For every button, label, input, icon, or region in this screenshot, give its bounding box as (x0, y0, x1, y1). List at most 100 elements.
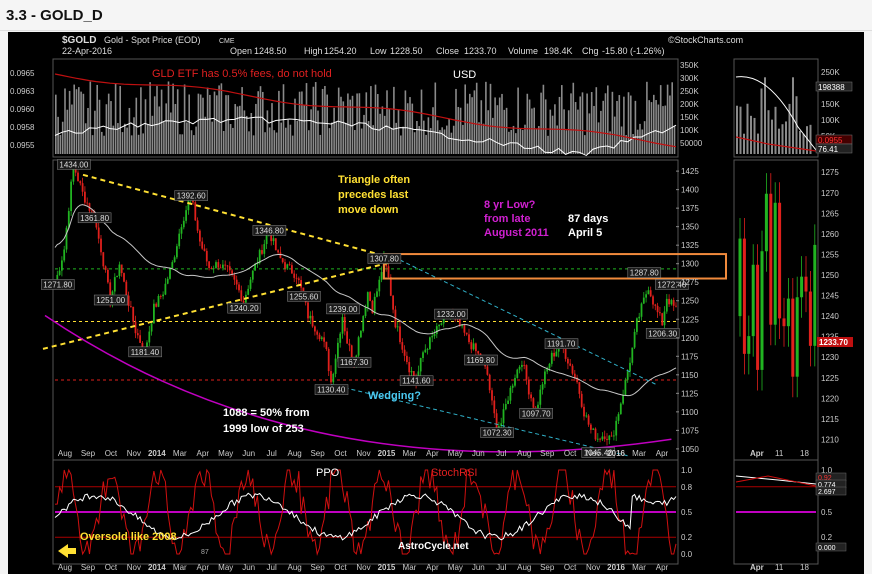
candle-body (429, 337, 431, 350)
side-candle-body (795, 297, 799, 377)
month-tick-label-lower: Aug (58, 563, 72, 572)
volume-bar (89, 81, 92, 154)
volume-bar (641, 129, 644, 154)
volume-bar (482, 123, 485, 154)
candle-body (373, 296, 376, 314)
quote-high-label: High (304, 46, 323, 56)
volume-bar (404, 90, 407, 154)
candle-body (410, 371, 413, 373)
month-tick-label: Mar (632, 449, 646, 458)
candle-body (162, 294, 164, 297)
price-annotation: 1130.40 (317, 386, 346, 395)
volume-bar (59, 134, 62, 154)
candle-body (309, 315, 312, 319)
price-annotation: 1361.80 (80, 214, 109, 223)
volume-bar (597, 122, 600, 154)
source-label: ©StockCharts.com (668, 35, 743, 45)
month-tick-label: Nov (586, 449, 600, 458)
volume-bar (630, 95, 632, 154)
candle-body (587, 415, 590, 425)
candle-body (61, 260, 63, 271)
price-tick-label: 1350 (681, 223, 699, 232)
candle-body (81, 183, 84, 192)
candle-body (132, 306, 135, 322)
candle-body (665, 298, 668, 312)
candle-body (212, 268, 215, 270)
candle-body (288, 264, 291, 266)
volume-bar (521, 130, 524, 154)
volume-bar (234, 104, 236, 154)
candle-body (399, 326, 401, 343)
candle-body (332, 373, 335, 383)
quote-chg-label: Chg (582, 46, 599, 56)
volume-bar (259, 86, 262, 154)
volume-bar (264, 132, 266, 154)
candle-body (343, 317, 346, 332)
volume-bar (186, 122, 188, 154)
volume-bar (471, 97, 473, 154)
volume-bar (245, 115, 248, 154)
month-tick-label-lower: Sep (81, 563, 96, 572)
volume-bar (126, 127, 128, 154)
volume-bar (349, 99, 351, 154)
volume-bar (280, 122, 282, 154)
fifty-percent-note: 1999 low of 253 (223, 423, 304, 435)
side-close-label: 1233.70 (819, 338, 848, 347)
volume-bar (75, 89, 78, 154)
candle-body (592, 428, 595, 430)
price-tick-label: 1300 (681, 260, 699, 269)
candle-body (274, 238, 277, 251)
month-tick-label: Aug (287, 449, 301, 458)
candle-body (127, 295, 130, 307)
month-tick-label: Apr (426, 449, 439, 458)
candle-body (240, 290, 243, 301)
volume-bar (312, 86, 315, 154)
month-tick-label: Jul (267, 449, 277, 458)
candle-body (272, 238, 275, 242)
volume-bar (416, 121, 418, 154)
volume-bar (248, 131, 250, 154)
volume-bar (82, 93, 85, 154)
candle-body (113, 277, 116, 292)
candle-body (396, 326, 399, 328)
volume-bar (561, 85, 563, 154)
volume-bar (170, 112, 172, 154)
volume-bar (423, 120, 425, 154)
candle-body (408, 362, 411, 373)
candle-body (555, 351, 558, 357)
volume-bar (64, 88, 66, 154)
volume-tick-label: 200K (680, 100, 699, 109)
month-tick-label-lower: Apr (656, 563, 669, 572)
candle-body (649, 290, 652, 297)
candle-body (550, 352, 553, 364)
price-tick-label: 1050 (681, 445, 699, 454)
candle-body (493, 400, 496, 414)
volume-bar (478, 122, 480, 154)
volume-bar (310, 109, 312, 154)
volume-bar (584, 135, 586, 154)
volume-bar (156, 86, 158, 154)
osc-tick-label: 1.0 (681, 466, 693, 475)
volume-bar (209, 94, 211, 154)
volume-bar (314, 82, 317, 154)
side-volume-bar (774, 106, 777, 154)
month-tick-label: Apr (656, 449, 669, 458)
candle-body (656, 305, 659, 313)
volume-bar (377, 94, 379, 154)
usd-tick-label: 0.0955 (10, 141, 35, 150)
candle-body (378, 279, 381, 292)
month-tick-label-lower: Oct (334, 563, 347, 572)
candle-body (265, 235, 268, 245)
volume-bar (195, 126, 197, 154)
candle-body (79, 181, 82, 184)
candle-body (661, 313, 664, 326)
volume-bar (425, 134, 427, 154)
month-tick-label: Mar (173, 449, 187, 458)
small-87-label: 87 (201, 549, 209, 556)
volume-bar (402, 126, 404, 154)
volume-bar (151, 115, 154, 154)
candle-body (251, 270, 254, 280)
candle-body (440, 323, 443, 325)
candle-body (477, 351, 480, 354)
candle-body (610, 435, 613, 437)
